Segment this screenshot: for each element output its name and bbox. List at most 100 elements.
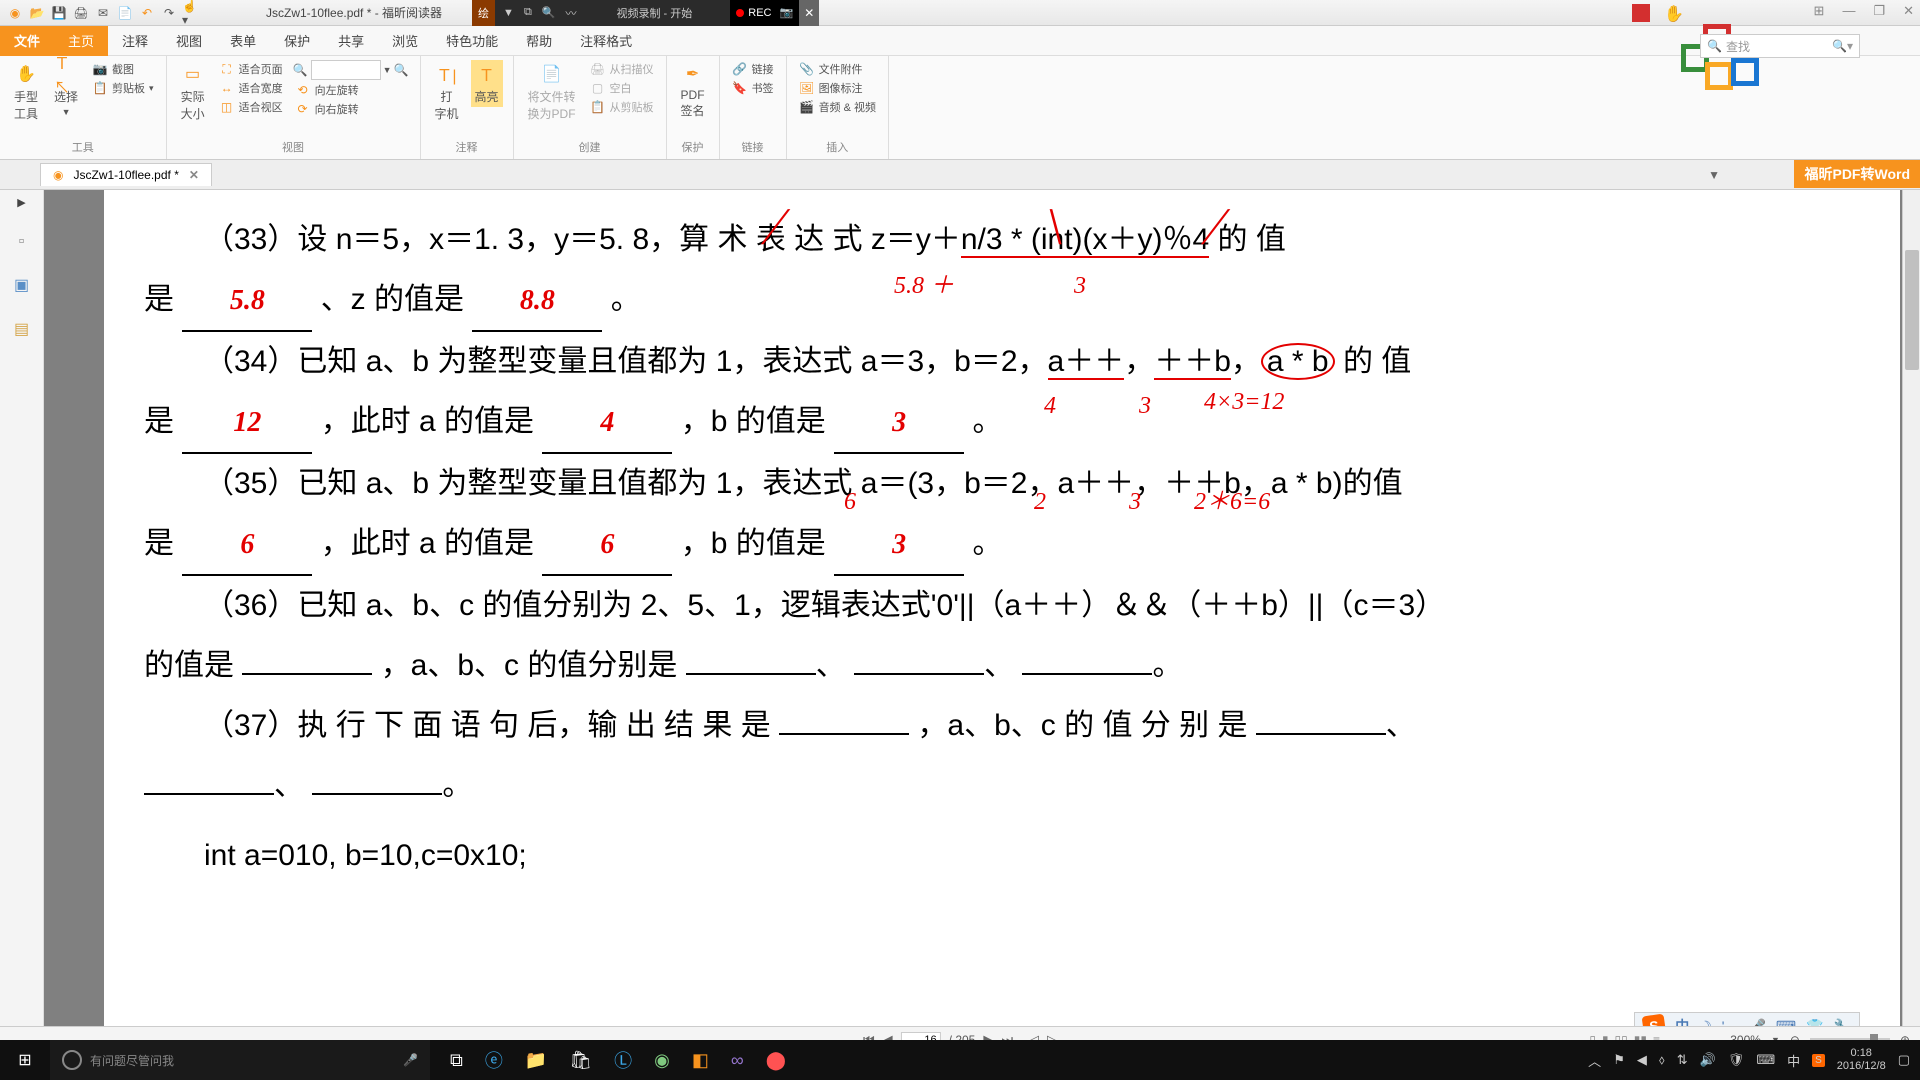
fit-width-button[interactable]: ↔适合宽度 bbox=[217, 79, 285, 97]
document-tab[interactable]: ◉ JscZw1-10flee.pdf * ✕ bbox=[40, 163, 212, 186]
menu-file[interactable]: 文件 bbox=[0, 26, 54, 56]
clip-icon: 📋 bbox=[590, 99, 606, 115]
action-center-icon[interactable]: ▢ bbox=[1898, 1052, 1910, 1068]
print-icon[interactable]: 🖨 bbox=[72, 4, 90, 22]
explorer-icon[interactable]: 📁 bbox=[525, 1050, 547, 1071]
tray-flag-icon[interactable]: ⚑ bbox=[1613, 1052, 1625, 1068]
taskbar-clock[interactable]: 0:18 2016/12/8 bbox=[1837, 1047, 1886, 1073]
tray-app-icon[interactable]: ⬨ bbox=[1659, 1052, 1665, 1068]
hand-tool-button[interactable]: ✋手型 工具 bbox=[10, 60, 42, 124]
search-options-icon[interactable]: 🔍▾ bbox=[1832, 39, 1853, 53]
av-button[interactable]: 🎬音频 & 视频 bbox=[797, 98, 878, 116]
comments-panel-icon[interactable]: ▤ bbox=[14, 319, 29, 339]
scrollbar-thumb[interactable] bbox=[1905, 250, 1919, 370]
recorder-close-button[interactable]: ✕ bbox=[799, 0, 819, 26]
snapshot-button[interactable]: 📷截图 bbox=[90, 60, 156, 78]
hand-dropdown-icon[interactable]: ☝▾ bbox=[182, 4, 200, 22]
sidebar-expand-icon[interactable]: ▶ bbox=[17, 196, 25, 209]
tray-network-icon[interactable]: ⇅ bbox=[1677, 1052, 1688, 1068]
search-icon: 🔍 bbox=[1707, 39, 1722, 53]
menu-browse[interactable]: 浏览 bbox=[378, 26, 432, 56]
select-tool-button[interactable]: Ｔ↖选择▼ bbox=[50, 60, 82, 119]
infinity-icon[interactable]: ∞ bbox=[731, 1050, 744, 1071]
store-icon[interactable]: 🛍 bbox=[569, 1050, 592, 1071]
menu-share[interactable]: 共享 bbox=[324, 26, 378, 56]
recorder-draw-button[interactable]: 绘 bbox=[472, 0, 495, 26]
edge-icon[interactable]: ⓔ bbox=[485, 1047, 503, 1073]
blank-icon: ▢ bbox=[590, 80, 606, 96]
actual-size-button[interactable]: ▭实际 大小 bbox=[177, 60, 209, 124]
highlight-button[interactable]: Ｔ高亮 bbox=[471, 60, 503, 107]
menu-annot-format[interactable]: 注释格式 bbox=[566, 26, 646, 56]
taskbar-search[interactable]: 有问题尽管问我 🎤 bbox=[50, 1040, 430, 1080]
menu-annotate[interactable]: 注释 bbox=[108, 26, 162, 56]
recorder-window-icon[interactable]: ⧉ bbox=[524, 6, 532, 19]
bookmark-button[interactable]: 🔖书签 bbox=[730, 79, 776, 97]
recorder-dropdown-icon[interactable]: ▼ bbox=[503, 7, 514, 19]
tray-arrow-icon[interactable]: ◀ bbox=[1637, 1052, 1647, 1068]
highlight-icon: Ｔ bbox=[475, 62, 499, 86]
new-icon[interactable]: 📄 bbox=[116, 4, 134, 22]
foxit-task-icon[interactable]: ◧ bbox=[692, 1050, 709, 1071]
fit-page-button[interactable]: ⛶适合页面 bbox=[217, 60, 285, 78]
camera-icon[interactable]: 📷 bbox=[780, 6, 794, 19]
pdf-sign-button[interactable]: ✒PDF 签名 bbox=[677, 60, 709, 121]
fit-visible-button[interactable]: ◫适合视区 bbox=[217, 98, 285, 116]
task-view-icon[interactable]: ⧉ bbox=[450, 1050, 463, 1071]
rotate-right-button[interactable]: ⟳向右旋转 bbox=[293, 100, 410, 118]
mic-icon[interactable]: 🎤 bbox=[403, 1053, 418, 1067]
document-area[interactable]: ╱ ╲ ╱ （33）设 n＝5，x＝1. 3，y＝5. 8，算 术 表 达 式 … bbox=[44, 190, 1920, 1040]
zoom-in-icon[interactable]: 🔍 bbox=[394, 63, 410, 77]
vertical-scrollbar[interactable] bbox=[1902, 190, 1920, 1040]
zoom-input[interactable] bbox=[311, 60, 381, 80]
redo-icon[interactable]: ↷ bbox=[160, 4, 178, 22]
zoom-dropdown-icon[interactable]: ▼ bbox=[383, 65, 392, 75]
open-icon[interactable]: 📂 bbox=[28, 4, 46, 22]
attach-button[interactable]: 📎文件附件 bbox=[797, 60, 878, 78]
tab-close-icon[interactable]: ✕ bbox=[189, 168, 199, 182]
ribbon-options-icon[interactable]: ⊞ bbox=[1814, 3, 1825, 19]
menu-protect[interactable]: 保护 bbox=[270, 26, 324, 56]
clipboard-button[interactable]: 📋剪贴板▾ bbox=[90, 79, 156, 97]
recorder-rec-button[interactable]: REC 📷 bbox=[730, 0, 799, 26]
menu-help[interactable]: 帮助 bbox=[512, 26, 566, 56]
pages-panel-icon[interactable]: ▫ bbox=[19, 233, 25, 251]
menu-view[interactable]: 视图 bbox=[162, 26, 216, 56]
app-l-icon[interactable]: Ⓛ bbox=[614, 1047, 632, 1073]
cortana-icon bbox=[62, 1050, 82, 1070]
tray-keyboard-icon[interactable]: ⌨ bbox=[1756, 1052, 1775, 1068]
code37: int a=010, b=10,c=0x10; bbox=[204, 839, 527, 872]
recorder-zoom-icon[interactable]: 🔍 bbox=[542, 6, 556, 19]
save-icon[interactable]: 💾 bbox=[50, 4, 68, 22]
zoom-out-icon[interactable]: 🔍 bbox=[293, 63, 309, 77]
layers-panel-icon[interactable]: ▣ bbox=[14, 275, 29, 295]
typewriter-icon: Ｔ| bbox=[435, 62, 459, 86]
notification-icon[interactable] bbox=[1632, 4, 1650, 22]
tray-volume-icon[interactable]: 🔊 bbox=[1700, 1052, 1716, 1068]
recorder-curve-icon[interactable]: 〰 bbox=[566, 5, 577, 21]
menu-form[interactable]: 表单 bbox=[216, 26, 270, 56]
convert-to-word-button[interactable]: 福昕PDF转Word bbox=[1794, 160, 1920, 188]
maximize-icon[interactable]: ❐ bbox=[1873, 3, 1885, 19]
document-tabbar: ◉ JscZw1-10flee.pdf * ✕ ▼ 福昕PDF转Word bbox=[0, 160, 1920, 190]
undo-icon[interactable]: ↶ bbox=[138, 4, 156, 22]
search-input[interactable]: 🔍 查找 🔍▾ bbox=[1700, 34, 1860, 58]
record-task-icon[interactable]: ⬤ bbox=[766, 1050, 786, 1071]
browser-icon[interactable]: ◉ bbox=[654, 1050, 670, 1071]
touch-mode-icon[interactable]: ✋ bbox=[1664, 4, 1684, 24]
mail-icon[interactable]: ✉ bbox=[94, 4, 112, 22]
image-annot-button[interactable]: 🖼图像标注 bbox=[797, 79, 878, 97]
tray-up-icon[interactable]: ︿ bbox=[1588, 1051, 1601, 1070]
tray-shield-icon[interactable]: 🛡 bbox=[1728, 1052, 1745, 1068]
typewriter-button[interactable]: Ｔ|打 字机 bbox=[431, 60, 463, 124]
link-button[interactable]: 🔗链接 bbox=[730, 60, 776, 78]
menu-features[interactable]: 特色功能 bbox=[432, 26, 512, 56]
close-icon[interactable]: ✕ bbox=[1903, 3, 1914, 19]
ann35a: 6 bbox=[844, 478, 856, 526]
rotate-left-button[interactable]: ⟲向左旋转 bbox=[293, 81, 410, 99]
tray-ime[interactable]: 中 bbox=[1787, 1051, 1800, 1070]
start-button[interactable]: ⊞ bbox=[0, 1040, 50, 1080]
tab-list-dropdown[interactable]: ▼ bbox=[1708, 168, 1720, 182]
minimize-icon[interactable]: — bbox=[1842, 3, 1855, 19]
tray-sogou-icon[interactable]: S bbox=[1812, 1054, 1825, 1067]
